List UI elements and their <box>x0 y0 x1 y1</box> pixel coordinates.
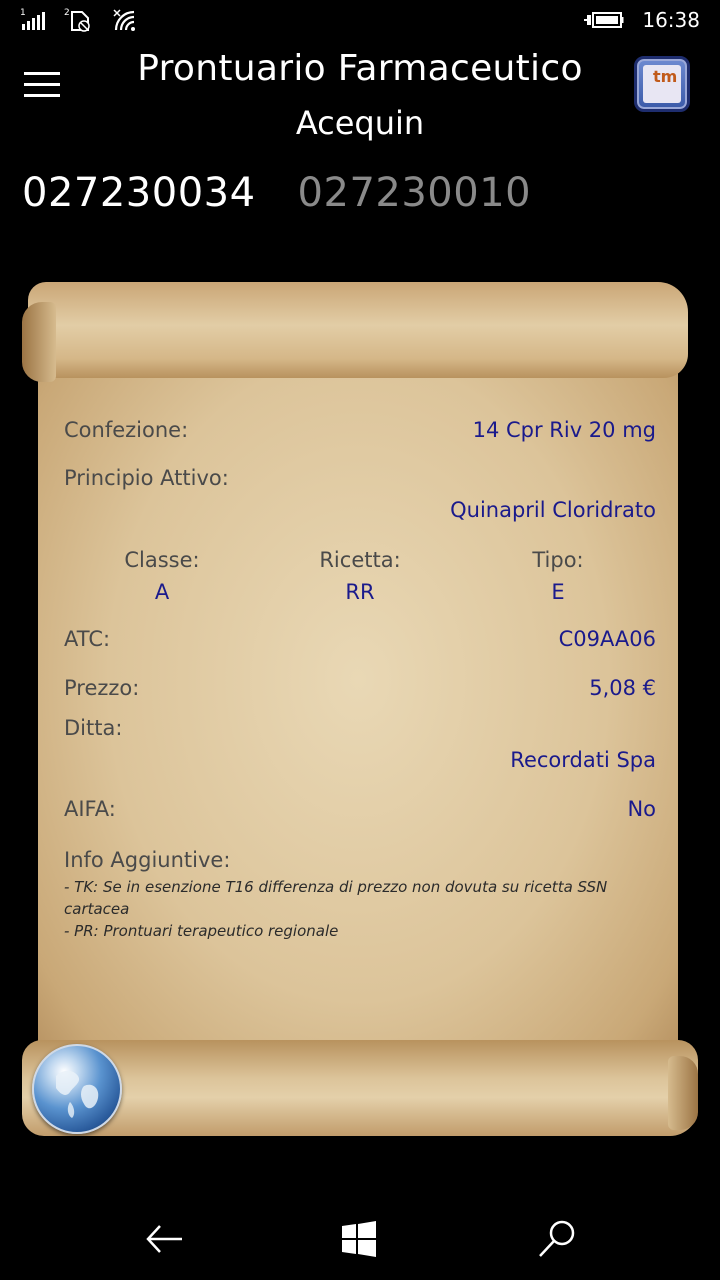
status-left: 1 2 <box>20 6 140 32</box>
ricetta-label: Ricetta: <box>319 548 401 572</box>
classe-ricetta-tipo: Classe: A Ricetta: RR Tipo: E <box>64 548 656 608</box>
principio-value: Quinapril Cloridrato <box>450 498 656 522</box>
logo-text: tm <box>653 67 678 86</box>
ditta-value: Recordati Spa <box>510 748 656 772</box>
tipo-value: E <box>551 580 565 604</box>
back-arrow-icon[interactable] <box>140 1214 190 1264</box>
info-line: - PR: Prontuari terapeutico regionale <box>64 922 339 940</box>
ricetta-value: RR <box>345 580 375 604</box>
parchment-top-curl <box>22 302 56 382</box>
classe-col: Classe: A <box>82 548 242 604</box>
sim1-label: 1 <box>20 8 26 18</box>
windows-logo-icon[interactable] <box>334 1214 384 1264</box>
ditta-label: Ditta: <box>64 716 123 740</box>
sim2-no-signal-icon: 2 <box>64 8 90 32</box>
parchment-scroll <box>22 282 698 1146</box>
signal-strength-icon: 1 <box>20 8 45 30</box>
sim2-label: 2 <box>64 8 70 18</box>
status-bar: 1 2 16:38 <box>0 0 720 42</box>
parchment-top-roll <box>28 282 688 378</box>
globe-icon[interactable] <box>32 1044 122 1134</box>
search-icon[interactable] <box>532 1214 582 1264</box>
classe-value: A <box>154 580 170 604</box>
info-text: - TK: Se in esenzione T16 differenza di … <box>64 876 624 942</box>
status-time: 16:38 <box>642 8 700 32</box>
prezzo-value: 5,08 € <box>589 676 656 700</box>
confezione-label: Confezione: <box>64 418 189 442</box>
info-title: Info Aggiuntive: <box>64 848 231 872</box>
ricetta-col: Ricetta: RR <box>280 548 440 604</box>
prezzo-label: Prezzo: <box>64 676 140 700</box>
aifa-value: No <box>627 797 656 821</box>
tipo-col: Tipo: E <box>478 548 638 604</box>
tipo-label: Tipo: <box>532 548 584 572</box>
tab-027230010[interactable]: 027230010 <box>298 170 532 216</box>
system-navbar <box>0 1196 720 1280</box>
status-right: 16:38 <box>584 8 700 32</box>
battery-charging-icon <box>584 12 624 28</box>
principio-label: Principio Attivo: <box>64 466 229 490</box>
classe-label: Classe: <box>124 548 200 572</box>
app-logo[interactable]: tm <box>634 56 690 112</box>
drug-name: Acequin <box>295 104 425 142</box>
pivot-tabs: 027230034 027230010 <box>22 170 531 216</box>
confezione-value: 14 Cpr Riv 20 mg <box>472 418 656 442</box>
parchment-body <box>38 342 678 1092</box>
atc-value: C09AA06 <box>558 627 656 651</box>
info-line: - TK: Se in esenzione T16 differenza di … <box>64 878 608 918</box>
aifa-label: AIFA: <box>64 797 116 821</box>
app-title: Prontuario Farmaceutico <box>137 48 583 89</box>
tab-027230034[interactable]: 027230034 <box>22 170 256 216</box>
atc-label: ATC: <box>64 627 111 651</box>
wifi-icon <box>113 9 135 31</box>
parchment-bottom-curl <box>668 1056 698 1130</box>
